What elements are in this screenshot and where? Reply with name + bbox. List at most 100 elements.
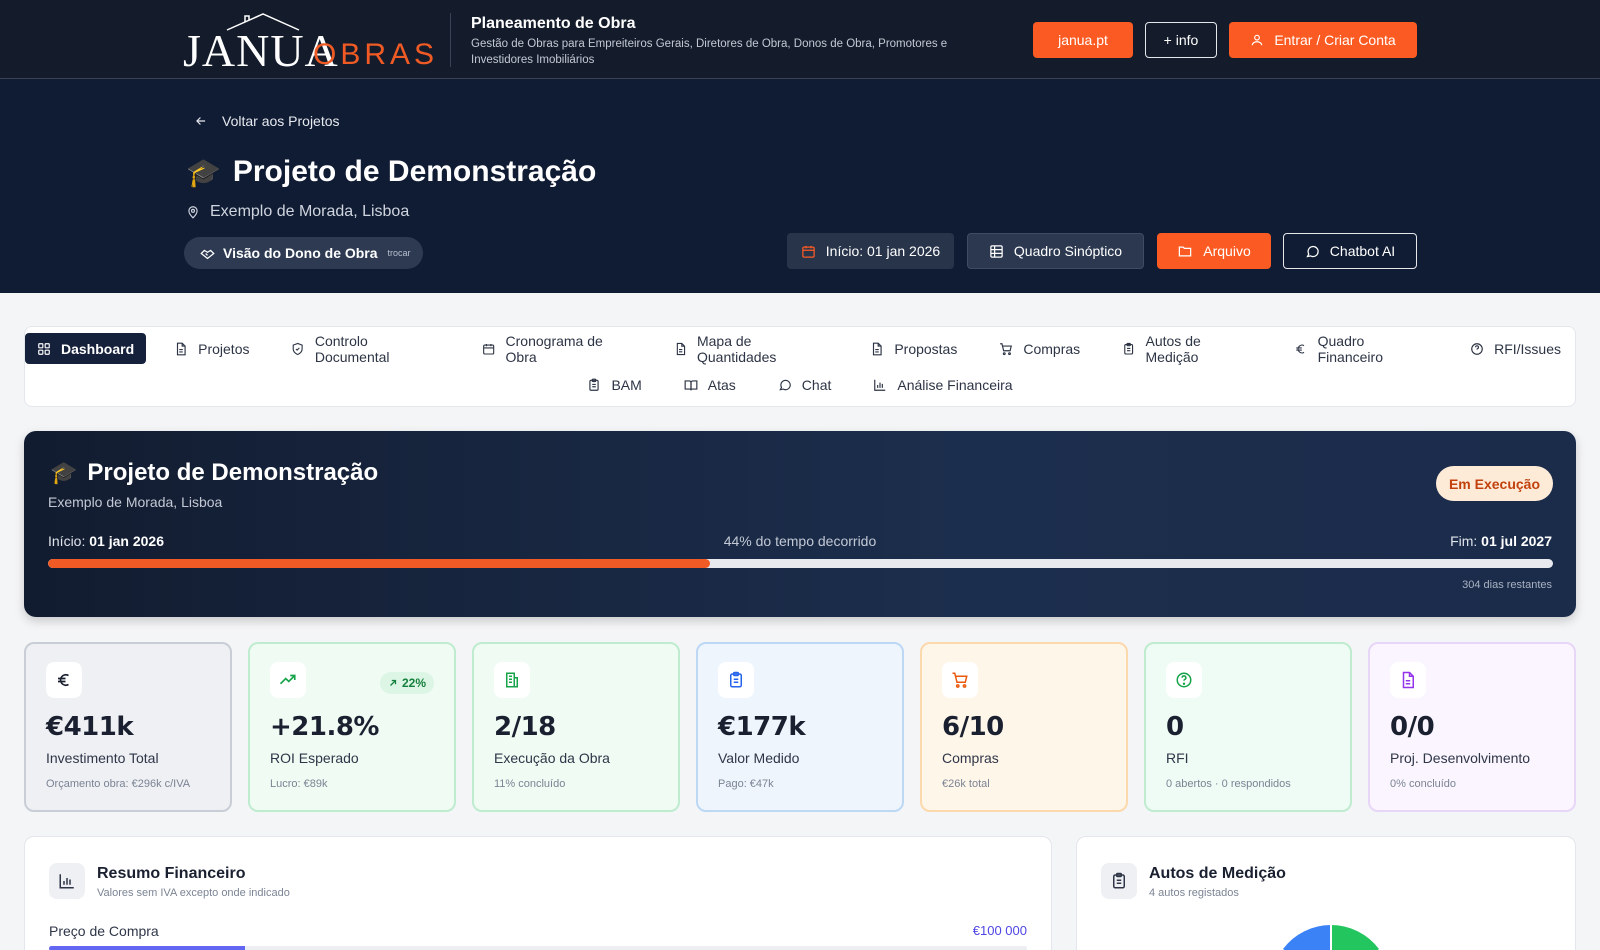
handshake-icon — [200, 249, 215, 259]
kpi-label: RFI — [1166, 750, 1189, 766]
info-button[interactable]: + info — [1145, 22, 1217, 58]
kpi-card-measured[interactable]: €177k Valor Medido Pago: €47k — [696, 642, 904, 812]
project-address: Exemplo de Morada, Lisboa — [186, 203, 409, 221]
tab-quadro-financeiro[interactable]: Quadro Financeiro — [1280, 332, 1442, 365]
kpi-card-investment[interactable]: €411k Investimento Total Orçamento obra:… — [24, 642, 232, 812]
app-title: Planeamento de Obra — [471, 15, 636, 32]
kpi-card-execution[interactable]: 2/18 Execução da Obra 11% concluído — [472, 642, 680, 812]
arrow-left-icon — [196, 117, 206, 125]
bar-chart-icon — [49, 863, 85, 899]
help-icon — [1471, 342, 1483, 355]
tab-label: Cronograma de Obra — [505, 332, 603, 365]
tab-projetos[interactable]: Projetos — [160, 333, 263, 364]
measurements-panel: Autos de Medição 4 autos registados — [1076, 836, 1576, 950]
kpi-subtext: Pago: €47k — [718, 778, 774, 790]
kpi-value: +21.8% — [270, 712, 380, 742]
info-button-label: + info — [1163, 32, 1199, 48]
user-icon — [1252, 34, 1263, 46]
graduation-cap-icon: 🎓 — [186, 156, 221, 188]
timeline-progress-fill — [48, 559, 711, 568]
back-link-label: Voltar aos Projetos — [222, 113, 340, 129]
timeline-end-label: Fim: — [1450, 533, 1478, 549]
panel-title: Autos de Medição — [1149, 865, 1286, 882]
tab-bam[interactable]: BAM — [573, 369, 655, 400]
clipboard-icon — [589, 378, 600, 391]
site-button-label: janua.pt — [1058, 32, 1108, 48]
tab-label: Quadro Financeiro — [1317, 332, 1383, 365]
bar-chart-icon — [874, 379, 886, 391]
tab-label: Mapa de Quantidades — [696, 332, 777, 365]
kpi-label: Proj. Desenvolvimento — [1390, 750, 1531, 766]
timeline-end: Fim: 01 jul 2027 — [1450, 533, 1552, 549]
quadro-sinoptico-label: Quadro Sinóptico — [1013, 243, 1123, 259]
cart-icon — [942, 662, 978, 698]
module-nav: Dashboard Projetos Controlo Documental Cron… — [24, 326, 1576, 407]
kpi-card-rfi[interactable]: 0 RFI 0 abertos · 0 respondidos — [1144, 642, 1352, 812]
file-icon — [873, 342, 882, 355]
file-icon — [177, 342, 186, 355]
project-card-address: Exemplo de Morada, Lisboa — [48, 494, 223, 510]
file-icon — [1390, 662, 1426, 698]
financial-row-label: Preço de Compra — [49, 923, 159, 939]
kpi-label: ROI Esperado — [270, 750, 359, 766]
kpi-subtext: 11% concluído — [494, 778, 566, 790]
tab-label: Projetos — [198, 340, 250, 357]
kpi-subtext: 0 abertos · 0 respondidos — [1166, 778, 1291, 790]
tab-dashboard[interactable]: Dashboard — [25, 333, 147, 364]
clipboard-icon — [1124, 342, 1134, 355]
shield-icon — [293, 342, 304, 355]
tab-propostas[interactable]: Propostas — [856, 333, 971, 364]
roi-badge: 22% — [379, 672, 434, 694]
financial-row-fill — [49, 946, 245, 950]
book-icon — [684, 379, 698, 390]
tab-label: BAM — [611, 376, 642, 393]
tab-chat[interactable]: Chat — [764, 369, 846, 400]
tab-controlo-documental[interactable]: Controlo Documental — [277, 332, 454, 365]
owner-view-toggle[interactable]: Visão do Dono de Obra trocar — [184, 237, 423, 269]
kpi-value: 0/0 — [1390, 712, 1435, 742]
tab-rfi-issues[interactable]: RFI/Issues — [1456, 333, 1575, 364]
tab-cronograma-de-obra[interactable]: Cronograma de Obra — [468, 332, 645, 365]
euro-icon — [1296, 344, 1305, 353]
kpi-card-development[interactable]: 0/0 Proj. Desenvolvimento 0% concluído — [1368, 642, 1576, 812]
kpi-card-roi[interactable]: 22% +21.8% ROI Esperado Lucro: €89k — [248, 642, 456, 812]
chatbot-label: Chatbot AI — [1329, 243, 1396, 259]
site-button[interactable]: janua.pt — [1033, 22, 1133, 58]
archive-label: Arquivo — [1203, 243, 1251, 259]
kpi-label: Compras — [942, 750, 999, 766]
project-card-title-text: Projeto de Demonstração — [87, 459, 379, 486]
tab-analise-financeira[interactable]: Análise Financeira — [859, 369, 1026, 400]
owner-view-label: Visão do Dono de Obra — [223, 245, 378, 261]
tab-atas[interactable]: Atas — [670, 369, 750, 400]
back-link[interactable]: Voltar aos Projetos — [194, 113, 340, 129]
financial-row-value: €100 000 — [972, 923, 1027, 938]
financial-summary-panel: Resumo Financeiro Valores sem IVA except… — [24, 836, 1052, 950]
euro-icon — [46, 662, 82, 698]
tab-mapa-de-quantidades[interactable]: Mapa de Quantidades — [660, 332, 843, 365]
start-date-chip: Início: 01 jan 2026 — [787, 233, 954, 269]
project-address-text: Exemplo de Morada, Lisboa — [210, 203, 410, 220]
tab-autos-de-medicao[interactable]: Autos de Medição — [1108, 333, 1266, 365]
panel-subtitle: 4 autos registados — [1149, 887, 1239, 899]
divider — [450, 13, 451, 67]
page-title-text: Projeto de Demonstração — [232, 155, 597, 188]
logo[interactable]: JANUA OBRAS — [183, 12, 434, 74]
chatbot-button[interactable]: Chatbot AI — [1283, 233, 1417, 269]
archive-button[interactable]: Arquivo — [1157, 233, 1271, 269]
kpi-label: Valor Medido — [718, 750, 800, 766]
project-card-title: 🎓 Projeto de Demonstração — [50, 459, 378, 487]
tab-compras[interactable]: Compras — [985, 333, 1094, 364]
tab-label: Análise Financeira — [897, 376, 1013, 393]
switch-view-link[interactable]: trocar — [388, 248, 411, 258]
tab-label: Controlo Documental — [314, 332, 390, 365]
quadro-sinoptico-button[interactable]: Quadro Sinóptico — [967, 233, 1144, 269]
kpi-subtext: Orçamento obra: €296k c/IVA — [46, 778, 191, 790]
clipboard-icon — [1101, 863, 1137, 899]
tab-label: RFI/Issues — [1494, 340, 1561, 357]
login-button[interactable]: Entrar / Criar Conta — [1229, 22, 1417, 58]
logo-sub: OBRAS — [313, 38, 439, 71]
folder-icon — [1179, 246, 1192, 256]
timeline-progress-bar — [48, 559, 1553, 568]
kpi-card-purchases[interactable]: 6/10 Compras €26k total — [920, 642, 1128, 812]
days-remaining: 304 dias restantes — [1462, 579, 1552, 591]
